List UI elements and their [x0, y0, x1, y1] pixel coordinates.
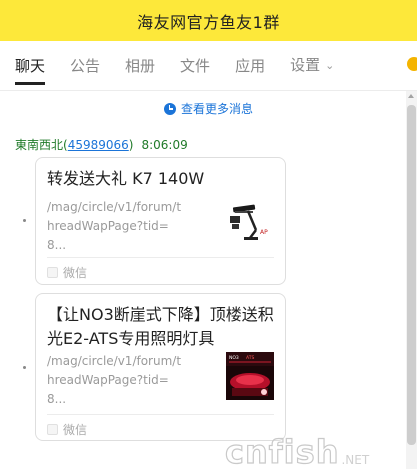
card-thumbnail: NO3 ATS	[226, 352, 274, 400]
tab-album[interactable]: 相册	[125, 41, 155, 91]
tab-settings-label: 设置	[290, 56, 321, 74]
link-card[interactable]: 【让NO3断崖式下降】顶楼送积光E2-ATS专用照明灯具 /mag/circle…	[35, 293, 286, 441]
lamp-product-icon: AP	[226, 198, 274, 246]
message-time: 8:06:09	[141, 138, 188, 152]
sender-id-link[interactable]: 45989066	[68, 138, 129, 152]
chat-window-header: 海友网官方鱼友1群	[0, 0, 417, 41]
red-light-product-icon: NO3 ATS	[226, 352, 274, 400]
card-source: 微信	[47, 264, 87, 281]
message-sender: 東南西北(45989066) 8:06:09	[15, 138, 188, 152]
card-url: /mag/circle/v1/forum/threadWapPage?tid=8…	[47, 200, 182, 252]
svg-text:NO3: NO3	[229, 355, 239, 361]
chevron-down-icon: ⌄	[325, 59, 335, 72]
tab-settings[interactable]: 设置 ⌄	[290, 40, 334, 91]
card-source-label: 微信	[63, 266, 88, 280]
avatar[interactable]	[407, 57, 417, 71]
watermark-suffix: .NET	[341, 453, 370, 467]
wechat-icon	[47, 424, 58, 435]
watermark-text: cnfish	[224, 433, 340, 469]
tab-files[interactable]: 文件	[180, 41, 210, 91]
clock-icon	[163, 102, 176, 115]
scrollbar-thumb[interactable]	[407, 105, 416, 445]
tab-apps[interactable]: 应用	[235, 41, 265, 91]
card-title: 转发送大礼 K7 140W	[47, 169, 205, 188]
sender-name: 東南西北	[15, 138, 64, 152]
link-card[interactable]: 转发送大礼 K7 140W /mag/circle/v1/forum/threa…	[35, 157, 286, 285]
card-url: /mag/circle/v1/forum/threadWapPage?tid=8…	[47, 354, 182, 406]
scrollbar[interactable]	[406, 91, 417, 469]
scroll-up-arrow-icon[interactable]	[408, 94, 414, 98]
tab-announcement[interactable]: 公告	[70, 41, 100, 91]
load-more-link[interactable]: 查看更多消息	[0, 100, 417, 117]
tab-chat[interactable]: 聊天	[15, 41, 46, 91]
card-divider	[47, 257, 274, 258]
site-watermark: cnfish .NET	[224, 430, 370, 469]
svg-text:AP: AP	[260, 229, 268, 236]
group-title: 海友网官方鱼友1群	[137, 12, 280, 32]
message-bullet	[23, 366, 26, 369]
wechat-icon	[47, 267, 58, 278]
card-divider	[47, 414, 274, 415]
svg-text:ATS: ATS	[246, 355, 254, 361]
tab-bar: 聊天 公告 相册 文件 应用 设置 ⌄	[0, 41, 417, 91]
card-source: 微信	[47, 421, 87, 438]
card-title: 【让NO3断崖式下降】顶楼送积光E2-ATS专用照明灯具	[47, 305, 274, 348]
card-source-label: 微信	[63, 423, 88, 437]
load-more-label: 查看更多消息	[180, 102, 253, 116]
card-thumbnail: AP	[226, 198, 274, 246]
message-bullet	[23, 219, 26, 222]
